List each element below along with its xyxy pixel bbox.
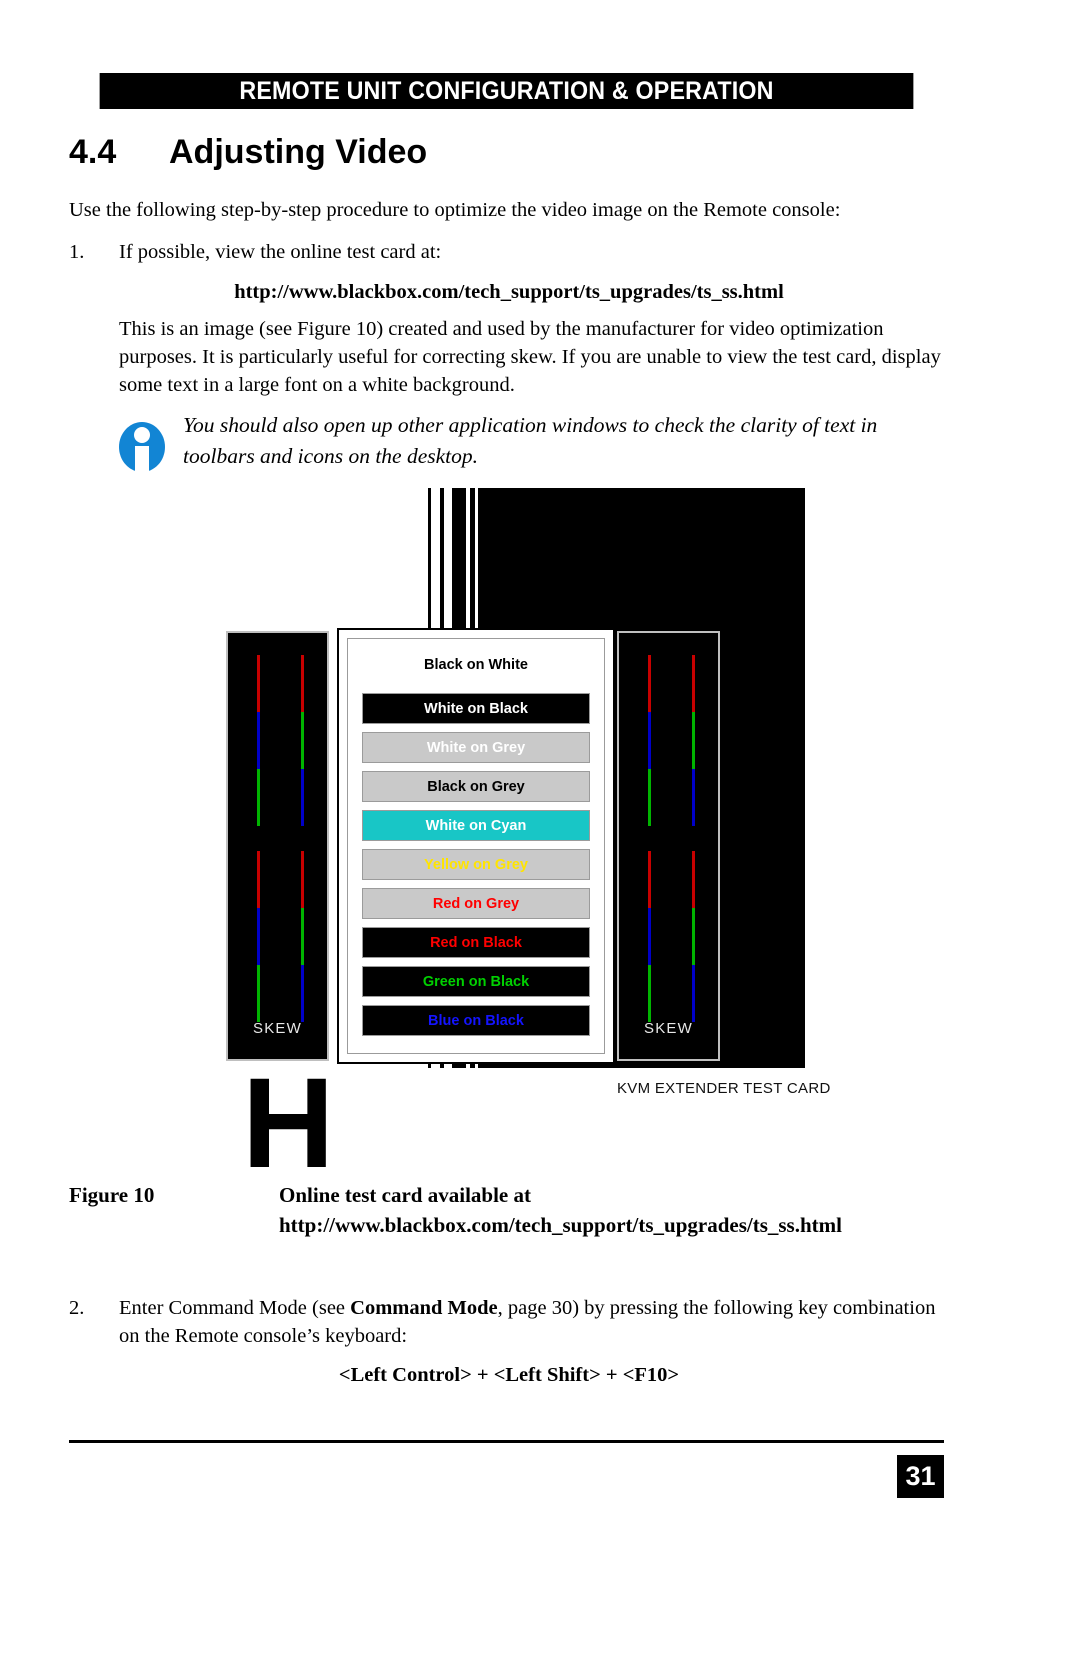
step-2-text-a: Enter Command Mode (see bbox=[119, 1297, 351, 1319]
skew-line-segment bbox=[301, 908, 304, 965]
running-head-text: REMOTE UNIT CONFIGURATION & OPERATION bbox=[239, 76, 774, 105]
skew-line-segment bbox=[692, 769, 695, 826]
figure-caption-url: http://www.blackbox.com/tech_support/ts_… bbox=[279, 1213, 842, 1237]
test-card-bar-3: Black on Grey bbox=[362, 771, 590, 802]
section-title: Adjusting Video bbox=[169, 133, 428, 171]
skew-line-segment bbox=[692, 908, 695, 965]
skew-line-segment bbox=[648, 908, 651, 965]
skew-label-right: SKEW bbox=[644, 1020, 693, 1037]
skew-line-segment bbox=[257, 908, 260, 965]
step-2: 2. Enter Command Mode (see Command Mode,… bbox=[69, 1294, 949, 1350]
running-head-banner: REMOTE UNIT CONFIGURATION & OPERATION bbox=[99, 73, 914, 109]
figure-caption-body: Online test card available at http://www… bbox=[279, 1180, 949, 1240]
skew-line-segment bbox=[257, 655, 260, 712]
skew-line-segment bbox=[692, 965, 695, 1022]
test-card-bar-label: Blue on Black bbox=[428, 1012, 524, 1029]
skew-line-column bbox=[257, 851, 260, 1022]
skew-line-segment bbox=[648, 769, 651, 826]
skew-line-segment bbox=[692, 655, 695, 712]
figure-caption-label: Figure 10 bbox=[69, 1183, 155, 1207]
info-icon-dot bbox=[134, 427, 150, 443]
test-card-url[interactable]: http://www.blackbox.com/tech_support/ts_… bbox=[69, 281, 949, 304]
skew-line-segment bbox=[648, 655, 651, 712]
kvm-extender-test-card-label: KVM EXTENDER TEST CARD bbox=[617, 1080, 831, 1097]
lead-paragraph: Use the following step-by-step procedure… bbox=[69, 199, 841, 221]
info-icon bbox=[119, 422, 165, 474]
skew-line-segment bbox=[648, 712, 651, 769]
skew-label-left: SKEW bbox=[253, 1020, 302, 1037]
step-1-number: 1. bbox=[69, 241, 85, 263]
note-block: You should also open up other applicatio… bbox=[119, 410, 949, 474]
skew-line-column bbox=[301, 655, 304, 826]
skew-panel-left: SKEW bbox=[226, 631, 329, 1061]
figure-10-test-card-image: SKEW SKEW Black on White White on Black Wh… bbox=[0, 480, 1080, 1188]
test-card-bar-5: Yellow on Grey bbox=[362, 849, 590, 880]
key-combination: <Left Control> + <Left Shift> + <F10> bbox=[338, 1364, 680, 1386]
skew-line-segment bbox=[301, 851, 304, 908]
test-card-bar-label: Green on Black bbox=[422, 973, 530, 990]
skew-panel-right: SKEW bbox=[617, 631, 720, 1061]
large-letter-h: H bbox=[242, 1052, 335, 1195]
skew-line-segment bbox=[257, 851, 260, 908]
test-card-bar-label: White on Black bbox=[424, 700, 528, 717]
skew-line-segment bbox=[648, 965, 651, 1022]
skew-line-segment bbox=[648, 851, 651, 908]
skew-line-segment bbox=[301, 655, 304, 712]
skew-line-column bbox=[648, 851, 651, 1022]
section-number: 4.4 bbox=[69, 133, 117, 171]
step-2-number: 2. bbox=[69, 1297, 85, 1319]
skew-line-column bbox=[648, 655, 651, 826]
skew-line-segment bbox=[257, 769, 260, 826]
figure-caption-title: Online test card available at bbox=[279, 1183, 531, 1207]
section-heading: 4.4 Adjusting Video bbox=[69, 133, 944, 172]
test-card-bar-label: Black on Grey bbox=[427, 778, 525, 795]
test-card-window: Black on White White on Black White on Gre… bbox=[337, 628, 615, 1064]
step-1-text: If possible, view the online test card a… bbox=[119, 241, 442, 263]
skew-line-segment bbox=[257, 712, 260, 769]
test-card-bar-label: Red on Black bbox=[430, 934, 522, 951]
step-1: 1. If possible, view the online test car… bbox=[69, 238, 949, 266]
test-card-bar-label: White on Grey bbox=[426, 739, 526, 756]
skew-line-segment bbox=[301, 769, 304, 826]
test-card-bar-label: White on Cyan bbox=[425, 817, 527, 834]
test-card-bar-2: White on Grey bbox=[362, 732, 590, 763]
document-page: REMOTE UNIT CONFIGURATION & OPERATION 4.… bbox=[0, 0, 1080, 1669]
skew-line-column bbox=[692, 655, 695, 826]
test-card-bar-9: Blue on Black bbox=[362, 1005, 590, 1036]
skew-line-column bbox=[301, 851, 304, 1022]
skew-line-column bbox=[692, 851, 695, 1022]
skew-line-segment bbox=[692, 851, 695, 908]
step-2-text: Enter Command Mode (see Command Mode, pa… bbox=[119, 1294, 949, 1350]
test-card-bar-6: Red on Grey bbox=[362, 888, 590, 919]
test-card-bar-0: Black on White bbox=[362, 649, 590, 680]
test-card-bar-1: White on Black bbox=[362, 693, 590, 724]
test-card-bar-list: Black on White White on Black White on Gre… bbox=[347, 638, 605, 1054]
skew-line-segment bbox=[301, 965, 304, 1022]
footer-rule bbox=[69, 1440, 944, 1443]
command-mode-reference: Command Mode bbox=[350, 1297, 498, 1319]
skew-line-segment bbox=[692, 712, 695, 769]
page-number-badge: 31 bbox=[897, 1455, 944, 1498]
test-card-bar-label: Black on White bbox=[424, 656, 528, 673]
paragraph-1: This is an image (see Figure 10) created… bbox=[119, 318, 941, 396]
figure-caption: Figure 10 Online test card available at … bbox=[69, 1180, 949, 1240]
test-card-bar-8: Green on Black bbox=[362, 966, 590, 997]
skew-line-column bbox=[257, 655, 260, 826]
info-icon-stem bbox=[135, 446, 149, 472]
test-card-bar-label: Yellow on Grey bbox=[424, 856, 528, 873]
test-card-bar-7: Red on Black bbox=[362, 927, 590, 958]
note-text: You should also open up other applicatio… bbox=[183, 413, 878, 468]
test-card-bar-4: White on Cyan bbox=[362, 810, 590, 841]
skew-line-segment bbox=[257, 965, 260, 1022]
skew-line-segment bbox=[301, 712, 304, 769]
test-card-bar-label: Red on Grey bbox=[432, 895, 520, 912]
